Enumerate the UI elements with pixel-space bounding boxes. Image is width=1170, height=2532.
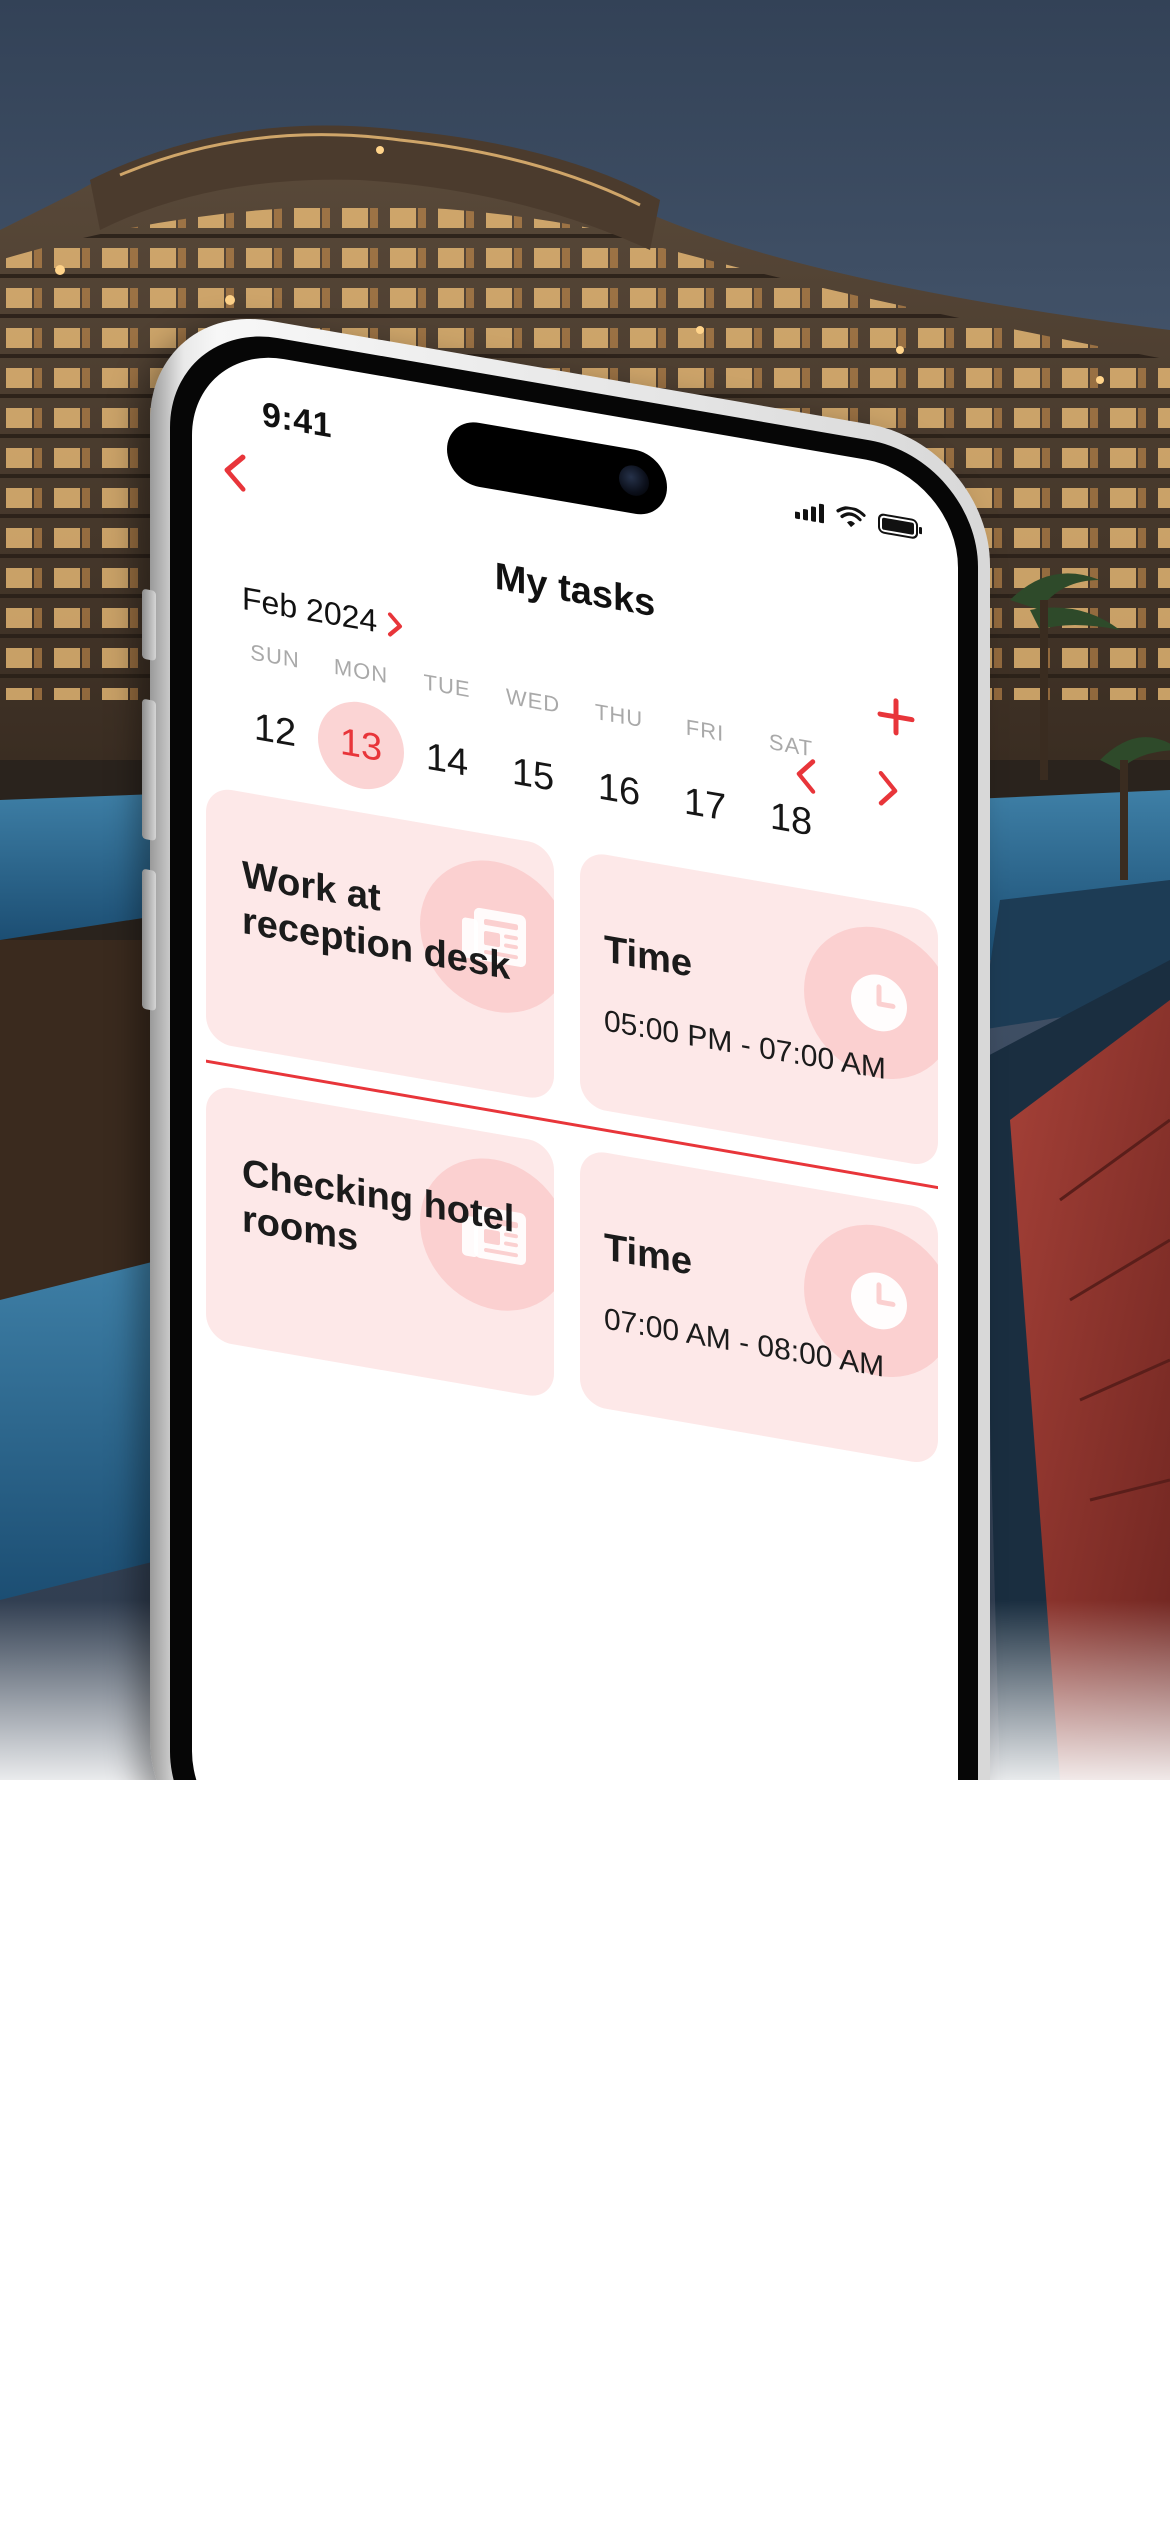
day-sun[interactable]: SUN 12 bbox=[232, 636, 318, 781]
front-camera-icon bbox=[619, 463, 649, 499]
time-label: Time bbox=[604, 1226, 693, 1284]
day-number: 16 bbox=[597, 765, 641, 815]
chevron-right-icon bbox=[387, 610, 403, 639]
volume-up-button bbox=[142, 698, 156, 842]
day-number: 18 bbox=[769, 795, 813, 845]
app-showcase: 9:41 My tasks Feb 2024 SUN 12 MON 13 TUE… bbox=[0, 0, 1170, 2532]
add-task-button[interactable] bbox=[868, 684, 924, 750]
day-number: 14 bbox=[425, 735, 469, 785]
day-fri[interactable]: FRI 17 bbox=[662, 710, 748, 855]
day-name: SAT bbox=[768, 728, 814, 762]
day-number: 12 bbox=[253, 705, 297, 756]
day-wed[interactable]: WED 15 bbox=[490, 681, 576, 826]
month-label: Feb 2024 bbox=[242, 579, 378, 640]
dynamic-island bbox=[447, 417, 667, 520]
wifi-icon bbox=[836, 506, 866, 528]
day-name: MON bbox=[333, 653, 389, 689]
day-number: 15 bbox=[511, 750, 555, 800]
status-time: 9:41 bbox=[262, 395, 333, 446]
task-card[interactable]: Checking hotel rooms bbox=[206, 1083, 554, 1400]
day-name: THU bbox=[594, 698, 644, 733]
day-mon-selected[interactable]: MON 13 bbox=[318, 651, 404, 796]
day-name: WED bbox=[505, 683, 561, 718]
next-week-button[interactable] bbox=[864, 761, 912, 817]
chevron-left-icon bbox=[224, 454, 246, 492]
chevron-right-icon bbox=[878, 770, 898, 806]
day-thu[interactable]: THU 16 bbox=[576, 696, 662, 841]
plus-icon bbox=[877, 698, 915, 736]
phone-mockup-clip: 9:41 My tasks Feb 2024 SUN 12 MON 13 TUE… bbox=[0, 0, 1170, 1780]
time-card: Time 05:00 PM - 07:00 AM bbox=[580, 850, 938, 1169]
status-icons bbox=[795, 497, 918, 540]
time-label: Time bbox=[604, 928, 693, 986]
day-name: FRI bbox=[685, 714, 725, 747]
day-sat[interactable]: SAT 18 bbox=[748, 725, 834, 870]
battery-icon bbox=[878, 512, 918, 540]
phone-mockup: 9:41 My tasks Feb 2024 SUN 12 MON 13 TUE… bbox=[142, 300, 990, 1780]
day-number: 17 bbox=[683, 780, 727, 830]
month-selector[interactable]: Feb 2024 bbox=[242, 580, 403, 645]
time-card: Time 07:00 AM - 08:00 AM bbox=[580, 1148, 938, 1467]
day-tue[interactable]: TUE 14 bbox=[404, 666, 490, 811]
volume-down-button bbox=[142, 868, 156, 1012]
day-number: 13 bbox=[318, 695, 404, 796]
back-button[interactable] bbox=[210, 442, 260, 501]
cellular-signal-icon bbox=[795, 498, 824, 524]
task-card[interactable]: Work at reception desk bbox=[206, 785, 554, 1102]
phone-screen: 9:41 My tasks Feb 2024 SUN 12 MON 13 TUE… bbox=[192, 343, 958, 1780]
day-name: SUN bbox=[250, 639, 300, 673]
day-name: TUE bbox=[423, 669, 471, 703]
action-button bbox=[142, 588, 156, 662]
